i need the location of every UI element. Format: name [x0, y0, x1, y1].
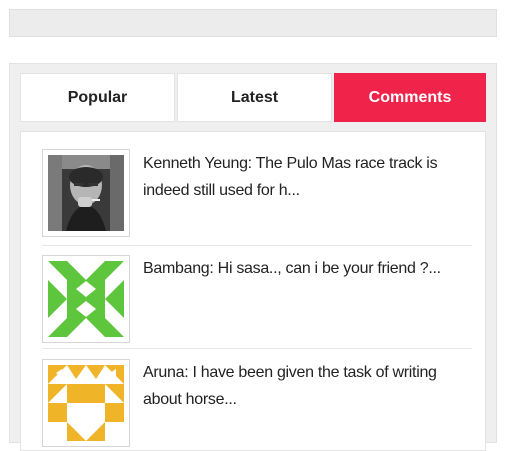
widget-tabs: Popular Latest Comments: [20, 73, 486, 122]
tab-latest[interactable]: Latest: [177, 73, 332, 122]
comment-item[interactable]: Aruna: I have been given the task of wri…: [42, 348, 472, 450]
comment-text[interactable]: Bambang: Hi sasa.., can i be your friend…: [143, 255, 463, 282]
green-identicon-avatar: [48, 261, 124, 337]
comments-list: Kenneth Yeung: The Pulo Mas race track i…: [20, 131, 486, 451]
comment-item[interactable]: Kenneth Yeung: The Pulo Mas race track i…: [42, 149, 472, 246]
comment-item[interactable]: Bambang: Hi sasa.., can i be your friend…: [42, 245, 472, 349]
user-photo-avatar: [48, 155, 124, 231]
comment-text[interactable]: Aruna: I have been given the task of wri…: [143, 359, 463, 413]
avatar[interactable]: [42, 149, 130, 237]
orange-identicon-avatar: [48, 365, 124, 441]
avatar[interactable]: [42, 359, 130, 447]
tabbed-widget: Popular Latest Comments Kenneth Yeung: T…: [9, 63, 497, 451]
tab-comments[interactable]: Comments: [334, 73, 486, 122]
avatar[interactable]: [42, 255, 130, 343]
comment-text[interactable]: Kenneth Yeung: The Pulo Mas race track i…: [143, 150, 463, 204]
tab-popular[interactable]: Popular: [20, 73, 175, 122]
search-bar-placeholder: [9, 9, 497, 37]
